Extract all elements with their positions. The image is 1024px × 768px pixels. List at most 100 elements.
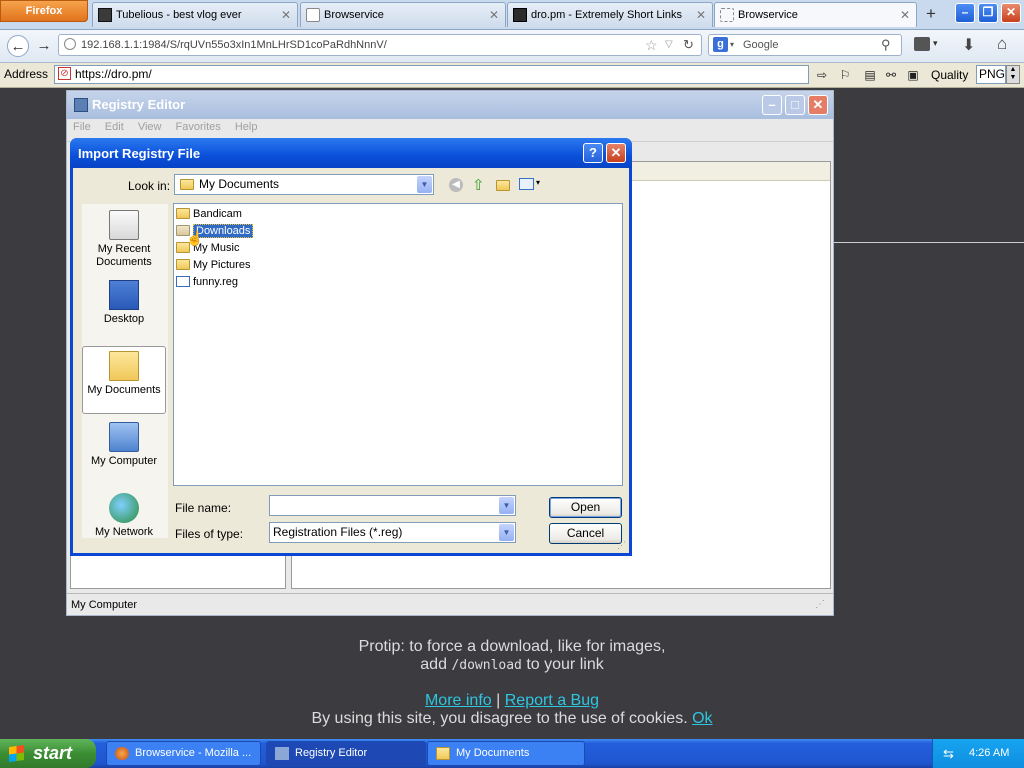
resize-grip-icon[interactable]: ⋰: [617, 540, 626, 551]
reload-icon[interactable]: ↻: [683, 35, 694, 55]
more-info-link[interactable]: More info: [425, 692, 492, 709]
tab-title: Tubelious - best vlog ever: [116, 9, 242, 21]
find-binoculars-icon[interactable]: ⚯: [883, 67, 899, 83]
file-name: funny.reg: [193, 276, 239, 288]
place-my-computer[interactable]: My Computer: [82, 422, 166, 468]
tab-tubelious[interactable]: Tubelious - best vlog ever ✕: [92, 2, 298, 27]
bookmark-star-icon[interactable]: ☆: [645, 35, 658, 55]
bookmarks-dropdown-icon[interactable]: ▾: [933, 38, 938, 49]
cancel-button[interactable]: Cancel: [549, 523, 622, 544]
go-arrow-icon[interactable]: ⇨: [814, 67, 830, 83]
home-icon[interactable]: ⌂: [997, 34, 1007, 54]
address-url: https://dro.pm/: [75, 67, 152, 81]
resize-grip-icon[interactable]: ⋰: [815, 594, 825, 616]
menu-favorites[interactable]: Favorites: [176, 121, 221, 133]
registry-menu-bar: File Edit View Favorites Help: [73, 121, 268, 139]
close-tab-icon[interactable]: ✕: [900, 3, 910, 27]
tab-browservice[interactable]: Browservice ✕: [300, 2, 506, 27]
new-tab-button[interactable]: +: [921, 3, 941, 25]
download-arrow-icon[interactable]: ⬇: [962, 35, 975, 55]
chevron-down-icon[interactable]: ▼: [417, 176, 432, 193]
place-my-network[interactable]: My Network: [82, 493, 166, 539]
look-in-combo[interactable]: My Documents ▼: [174, 174, 434, 195]
url-bar[interactable]: 192.168.1.1:1984/S/rqUVn55o3xIn1MnLHrSD1…: [58, 34, 702, 56]
firefox-menu-button[interactable]: Firefox: [0, 0, 88, 22]
list-item[interactable]: funny.reg: [176, 275, 238, 290]
view-dropdown-icon[interactable]: ▾: [536, 178, 540, 187]
url-dropdown-icon[interactable]: ▽: [665, 35, 673, 55]
close-tab-icon[interactable]: ✕: [696, 3, 706, 27]
view-menu-icon[interactable]: [519, 178, 534, 190]
look-in-value: My Documents: [199, 177, 280, 191]
quality-spinner-icon[interactable]: ▲ ▼: [1006, 65, 1020, 84]
network-tray-icon[interactable]: ⇆: [943, 739, 954, 768]
file-type-select[interactable]: Registration Files (*.reg) ▼: [269, 522, 516, 543]
chevron-down-icon[interactable]: ▼: [499, 497, 514, 514]
close-icon[interactable]: ✕: [808, 95, 828, 115]
taskbar: start Browservice - Mozilla ... Registry…: [0, 739, 1024, 768]
forward-arrow-icon[interactable]: →: [33, 35, 55, 57]
list-item[interactable]: Bandicam: [176, 207, 242, 222]
look-in-label: Look in:: [128, 179, 171, 193]
place-desktop[interactable]: Desktop: [82, 280, 166, 326]
chevron-down-icon[interactable]: ▼: [499, 524, 514, 541]
file-name-label: File name:: [175, 501, 232, 515]
bookmarks-menu-icon[interactable]: [914, 37, 930, 51]
file-type-value: Registration Files (*.reg): [273, 525, 403, 539]
firefox-icon: [115, 747, 129, 760]
task-my-documents[interactable]: My Documents: [427, 741, 585, 766]
up-folder-icon[interactable]: ⇧: [472, 176, 485, 194]
close-window-icon[interactable]: ✕: [1001, 3, 1021, 23]
engine-dropdown-icon[interactable]: ▾: [730, 35, 734, 55]
link-separator: |: [496, 692, 501, 709]
tab-browservice-active[interactable]: Browservice ✕: [714, 2, 917, 27]
place-label: My Documents: [87, 384, 161, 396]
start-button[interactable]: start: [0, 739, 96, 768]
search-icon[interactable]: ⚲: [881, 35, 891, 55]
globe-icon: [64, 38, 76, 50]
bookmark-icon[interactable]: ⚐: [837, 67, 853, 83]
clipboard-icon[interactable]: ▤: [862, 67, 878, 83]
close-tab-icon[interactable]: ✕: [489, 3, 499, 27]
clock: 4:26 AM: [969, 747, 1010, 759]
back-arrow-icon[interactable]: ←: [7, 35, 29, 57]
file-name-input[interactable]: ▼: [269, 495, 516, 516]
restore-window-icon[interactable]: ❐: [978, 3, 998, 23]
back-icon[interactable]: ◀: [449, 178, 463, 192]
search-placeholder: Google: [743, 39, 779, 51]
tab-dro-pm[interactable]: dro.pm - Extremely Short Links ✕: [507, 2, 713, 27]
google-icon[interactable]: g: [713, 37, 728, 52]
maximize-icon[interactable]: □: [785, 95, 805, 115]
place-my-documents[interactable]: My Documents: [82, 346, 166, 414]
address-input[interactable]: ⊘ https://dro.pm/: [54, 65, 809, 84]
help-icon[interactable]: ?: [583, 143, 603, 163]
cookie-ok-link[interactable]: Ok: [692, 710, 712, 727]
task-registry-editor[interactable]: Registry Editor: [266, 741, 426, 766]
dialog-titlebar[interactable]: Import Registry File ? ✕: [70, 138, 632, 168]
close-icon[interactable]: ✕: [606, 143, 626, 163]
task-browservice[interactable]: Browservice - Mozilla ...: [106, 741, 261, 766]
menu-edit[interactable]: Edit: [105, 121, 124, 133]
search-box[interactable]: g ▾ Google ⚲: [708, 34, 902, 56]
cookie-notice: By using this site, you disagree to the …: [0, 710, 1024, 728]
protip-line-2: add /download to your link: [0, 656, 1024, 674]
import-registry-dialog: Import Registry File ? ✕ Look in: My Doc…: [70, 138, 632, 556]
place-my-recent-documents[interactable]: My Recent Documents: [82, 210, 166, 269]
new-folder-icon[interactable]: [496, 180, 510, 191]
open-button[interactable]: Open: [549, 497, 622, 518]
paste-icon[interactable]: ▣: [905, 67, 921, 83]
menu-file[interactable]: File: [73, 121, 91, 133]
close-tab-icon[interactable]: ✕: [281, 3, 291, 27]
quality-value[interactable]: PNG: [976, 65, 1006, 84]
minimize-window-icon[interactable]: –: [955, 3, 975, 23]
menu-help[interactable]: Help: [235, 121, 258, 133]
menu-view[interactable]: View: [138, 121, 162, 133]
browservice-toolbar: Address ⊘ https://dro.pm/ ⇨ ⚐ ▤ ⚯ ▣ Qual…: [0, 63, 1024, 88]
report-bug-link[interactable]: Report a Bug: [505, 692, 599, 709]
file-list[interactable]: Bandicam Downloads My Music My Pictures …: [173, 203, 623, 486]
registry-editor-titlebar[interactable]: Registry Editor – □ ✕: [67, 91, 833, 119]
list-item[interactable]: My Pictures: [176, 258, 250, 273]
page-divider: [834, 242, 1024, 243]
minimize-icon[interactable]: –: [762, 95, 782, 115]
place-label: My Computer: [90, 455, 158, 467]
